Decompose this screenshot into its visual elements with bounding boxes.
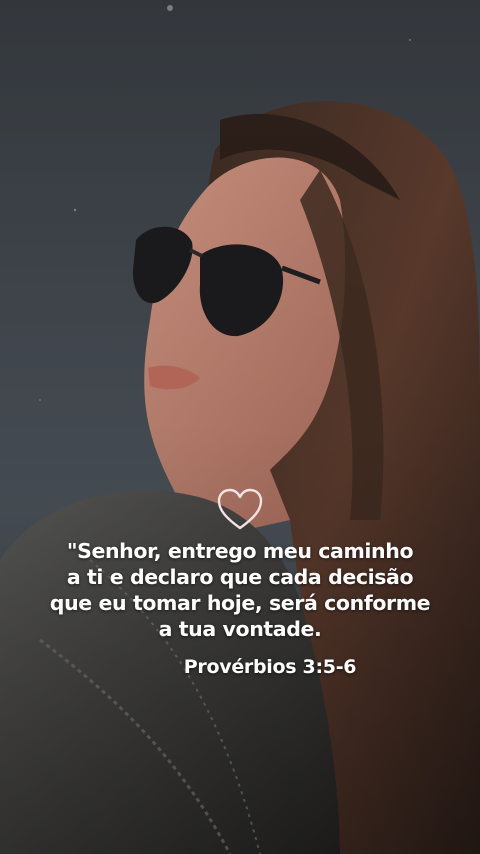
quote-text: "Senhor, entrego meu caminho a ti e decl…: [49, 539, 431, 641]
dark-overlay: [0, 0, 480, 854]
story-screen: "Senhor, entrego meu caminho a ti e decl…: [0, 0, 480, 854]
verse-reference: Provérbios 3:5-6: [183, 656, 357, 678]
heart-outline-icon: [217, 488, 263, 530]
